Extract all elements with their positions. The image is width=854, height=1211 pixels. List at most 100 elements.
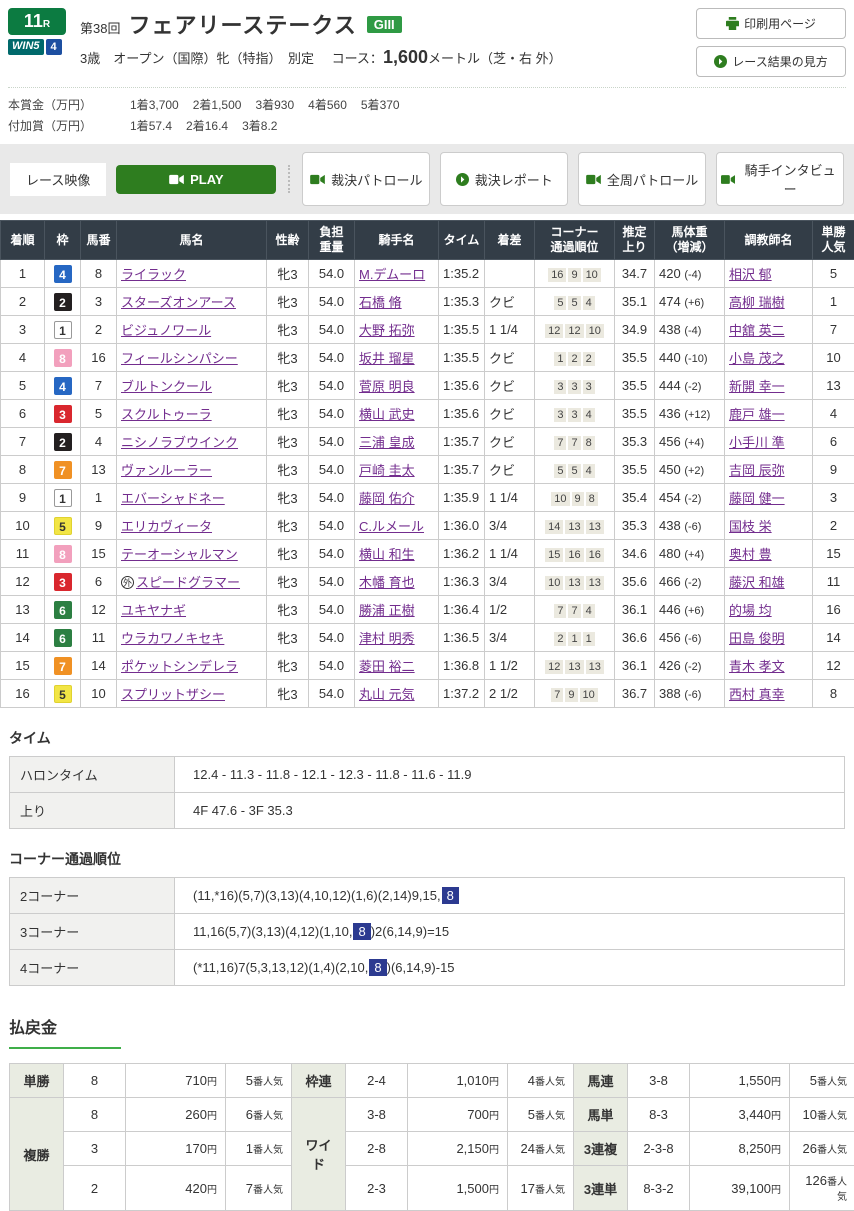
payout-row: 3170円1番人気2-82,150円24番人気3連複2-3-88,250円26番… bbox=[10, 1132, 854, 1166]
popularity-unit: 番人気 bbox=[535, 1185, 565, 1196]
payout-amount: 710円 bbox=[126, 1064, 226, 1098]
jockey-link[interactable]: 戸崎 圭太 bbox=[359, 463, 415, 478]
play-button[interactable]: PLAY bbox=[116, 165, 276, 194]
jockey-link[interactable]: 菅原 明良 bbox=[359, 379, 415, 394]
trainer-link[interactable]: 藤岡 健一 bbox=[729, 491, 785, 506]
trainer-link[interactable]: 吉岡 辰弥 bbox=[729, 463, 785, 478]
margin: 1 1/4 bbox=[485, 540, 535, 568]
trainer-link[interactable]: 藤沢 和雄 bbox=[729, 575, 785, 590]
estimated-last-3f: 35.5 bbox=[615, 400, 655, 428]
jockey-link[interactable]: 菱田 裕二 bbox=[359, 659, 415, 674]
jockey-link[interactable]: 坂井 瑠星 bbox=[359, 351, 415, 366]
horse-weight-cell: 438 (-4) bbox=[655, 316, 725, 344]
jockey-link[interactable]: 勝浦 正樹 bbox=[359, 603, 415, 618]
jockey-link[interactable]: 津村 明秀 bbox=[359, 631, 415, 646]
time-row: ハロンタイム12.4 - 11.3 - 11.8 - 12.1 - 12.3 -… bbox=[10, 757, 845, 793]
trainer-link[interactable]: 中舘 英二 bbox=[729, 323, 785, 338]
jockey-link[interactable]: 石橋 脩 bbox=[359, 295, 402, 310]
print-page-button[interactable]: 印刷用ページ bbox=[696, 8, 846, 39]
jockey-link[interactable]: 横山 武史 bbox=[359, 407, 415, 422]
trainer-link[interactable]: 国枝 栄 bbox=[729, 519, 772, 534]
horse-name-link[interactable]: スクルトゥーラ bbox=[121, 407, 212, 422]
payout-amount: 260円 bbox=[126, 1098, 226, 1132]
toolbar-button-4[interactable]: 騎手インタビュー bbox=[716, 152, 844, 206]
popularity-rank: 5番人気 bbox=[790, 1064, 854, 1098]
trainer-link[interactable]: 田島 俊明 bbox=[729, 631, 785, 646]
corner-pass-box: 16 bbox=[586, 548, 604, 562]
horse-name-link[interactable]: ニシノラブウインク bbox=[121, 435, 238, 450]
horse-name-link[interactable]: スプリットザシー bbox=[121, 687, 225, 702]
trainer-link[interactable]: 高柳 瑞樹 bbox=[729, 295, 785, 310]
payout-amount: 420円 bbox=[126, 1166, 226, 1211]
horse-name-link[interactable]: フィールシンパシー bbox=[121, 351, 238, 366]
horse-name-link[interactable]: スターズオンアース bbox=[121, 295, 236, 310]
horse-name-cell: フィールシンパシー bbox=[117, 344, 267, 372]
popularity-unit: 番人気 bbox=[535, 1145, 565, 1156]
jockey-link[interactable]: 横山 和生 bbox=[359, 547, 415, 562]
jockey-link[interactable]: 丸山 元気 bbox=[359, 687, 415, 702]
trainer-cell: 西村 真幸 bbox=[725, 680, 813, 708]
horse-name-link[interactable]: エバーシャドネー bbox=[121, 491, 225, 506]
carried-weight: 54.0 bbox=[309, 624, 355, 652]
yen-unit: 円 bbox=[489, 1185, 499, 1196]
horse-name-link[interactable]: スピードグラマー bbox=[136, 575, 240, 590]
horse-name-cell: ユキヤナギ bbox=[117, 596, 267, 624]
horse-number: 7 bbox=[81, 372, 117, 400]
yen-unit: 円 bbox=[207, 1077, 217, 1088]
trainer-link[interactable]: 新開 幸一 bbox=[729, 379, 785, 394]
frame-badge: 6 bbox=[54, 629, 72, 647]
horse-name-link[interactable]: ユキヤナギ bbox=[121, 603, 186, 618]
horse-weight: 426 bbox=[659, 658, 684, 673]
yen-unit: 円 bbox=[771, 1185, 781, 1196]
jockey-link[interactable]: 三浦 皇成 bbox=[359, 435, 415, 450]
trainer-link[interactable]: 鹿戸 雄一 bbox=[729, 407, 785, 422]
corner-pass-box: 8 bbox=[586, 492, 598, 506]
trainer-link[interactable]: 相沢 郁 bbox=[729, 267, 772, 282]
margin: 1 1/2 bbox=[485, 652, 535, 680]
horse-name-link[interactable]: ポケットシンデレラ bbox=[121, 659, 238, 674]
corner-row: 3コーナー11,16(5,7)(3,13)(4,12)(1,10,8)2(6,1… bbox=[10, 914, 845, 950]
jockey-link[interactable]: 藤岡 佑介 bbox=[359, 491, 415, 506]
trainer-link[interactable]: 小手川 準 bbox=[729, 435, 785, 450]
popularity-unit: 番人気 bbox=[827, 1177, 847, 1203]
toolbar-button-2[interactable]: 裁決レポート bbox=[440, 152, 568, 206]
horse-name-link[interactable]: ブルトンクール bbox=[121, 379, 212, 394]
trainer-link[interactable]: 西村 真幸 bbox=[729, 687, 785, 702]
horse-name-link[interactable]: テーオーシャルマン bbox=[121, 547, 238, 562]
toolbar-button-3[interactable]: 全周パトロール bbox=[578, 152, 706, 206]
horse-name-link[interactable]: ウラカワノキセキ bbox=[121, 631, 224, 646]
carried-weight: 54.0 bbox=[309, 344, 355, 372]
jockey-link[interactable]: 木幡 育也 bbox=[359, 575, 415, 590]
corner-pass-box: 4 bbox=[583, 464, 595, 478]
trainer-link[interactable]: 小島 茂之 bbox=[729, 351, 785, 366]
result-guide-button[interactable]: レース結果の見方 bbox=[696, 46, 846, 77]
corner-pass-box: 10 bbox=[580, 688, 598, 702]
prize-value: 930 bbox=[274, 98, 294, 112]
corner-row: 2コーナー(11,*16)(5,7)(3,13)(4,10,12)(1,6)(2… bbox=[10, 878, 845, 914]
estimated-last-3f: 36.7 bbox=[615, 680, 655, 708]
bet-type-label: 3連単 bbox=[574, 1166, 628, 1211]
jockey-link[interactable]: C.ルメール bbox=[359, 519, 424, 534]
corner-pass-box: 12 bbox=[545, 324, 563, 338]
horse-name-link[interactable]: ビジュノワール bbox=[121, 323, 211, 338]
margin: 1 1/4 bbox=[485, 484, 535, 512]
column-header: 推定上り bbox=[615, 221, 655, 260]
payout-amount: 700円 bbox=[408, 1098, 508, 1132]
finish-position: 3 bbox=[1, 316, 45, 344]
column-header: 枠 bbox=[45, 221, 81, 260]
horse-name-link[interactable]: ヴァンルーラー bbox=[121, 463, 212, 478]
trainer-link[interactable]: 青木 孝文 bbox=[729, 659, 785, 674]
jockey-link[interactable]: 大野 拓弥 bbox=[359, 323, 415, 338]
horse-name-link[interactable]: ライラック bbox=[121, 267, 186, 282]
video-camera-icon bbox=[586, 174, 601, 185]
trainer-link[interactable]: 的場 均 bbox=[729, 603, 772, 618]
horse-name-link[interactable]: エリカヴィータ bbox=[121, 519, 212, 534]
toolbar-button-1[interactable]: 裁決パトロール bbox=[302, 152, 430, 206]
trainer-link[interactable]: 奥村 豊 bbox=[729, 547, 772, 562]
estimated-last-3f: 36.6 bbox=[615, 624, 655, 652]
horse-number: 15 bbox=[81, 540, 117, 568]
horse-weight-diff: (+4) bbox=[684, 437, 704, 449]
margin: クビ bbox=[485, 372, 535, 400]
jockey-link[interactable]: M.デムーロ bbox=[359, 267, 425, 282]
trainer-cell: 鹿戸 雄一 bbox=[725, 400, 813, 428]
